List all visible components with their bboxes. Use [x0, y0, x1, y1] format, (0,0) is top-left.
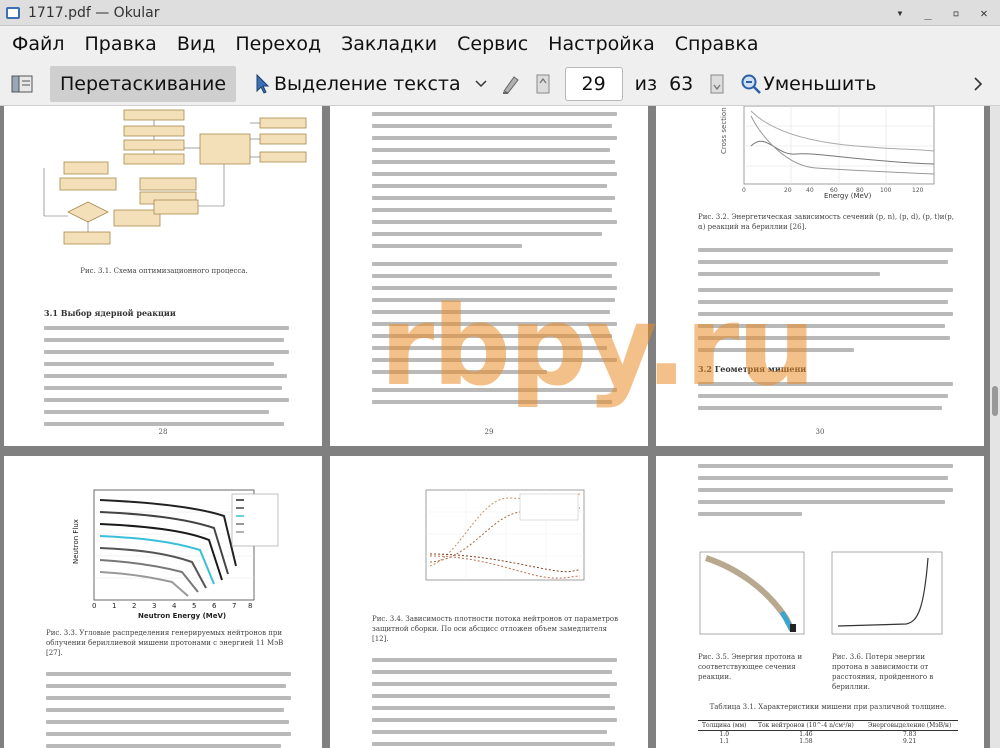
figure-caption: Рис. 3.3. Угловые распределения генериру… [46, 629, 284, 657]
neutron-flux-plot: Neutron Flux 0 1 2 3 4 5 6 7 8 [72, 489, 279, 610]
svg-text:Neutron Flux: Neutron Flux [72, 519, 80, 564]
table-header: Ток нейтронов (10^-4 n/см²/н) [757, 722, 854, 729]
minimize-button[interactable]: _ [918, 4, 938, 22]
svg-text:Cross section: Cross section [720, 107, 728, 154]
figure-caption: Рис. 3.2. Энергетическая зависимость сеч… [698, 213, 954, 231]
table-cell: 1.46 [799, 731, 813, 738]
page-number-input[interactable]: 29 [564, 66, 623, 101]
table-header: Толщина (мм) [702, 722, 747, 729]
previous-page-button[interactable] [527, 66, 559, 102]
vertical-scrollbar[interactable] [990, 106, 1000, 748]
menu-bookmarks[interactable]: Закладки [335, 29, 443, 59]
page-33[interactable]: Рис. 3.5. Энергия протона и соответствую… [656, 456, 984, 748]
flowchart-diagram [43, 109, 307, 245]
sidebar-toggle-button[interactable] [4, 66, 40, 102]
svg-text:0: 0 [742, 187, 746, 194]
section-heading: 3.1 Выбор ядерной реакции [44, 308, 176, 318]
svg-text:120: 120 [912, 187, 924, 194]
menu-settings[interactable]: Настройка [542, 29, 661, 59]
page-number: 29 [484, 428, 494, 436]
chevron-right-icon [966, 72, 990, 96]
svg-text:0: 0 [92, 602, 96, 610]
zoom-out-icon [739, 72, 763, 96]
x-axis-label: Energy (MeV) [824, 192, 872, 200]
page-up-icon [531, 72, 555, 96]
menu-edit[interactable]: Правка [79, 29, 163, 59]
svg-text:7: 7 [232, 602, 236, 610]
window-title: 1717.pdf — Okular [28, 4, 160, 21]
table-cell: 1.1 [719, 738, 730, 745]
menu-tools[interactable]: Сервис [451, 29, 534, 59]
toolbar-overflow-button[interactable] [960, 66, 996, 102]
cursor-arrow-icon [250, 72, 274, 96]
main-toolbar: Перетаскивание Выделение текста 29 из 63… [0, 62, 1000, 106]
svg-text:5: 5 [192, 602, 196, 610]
text-select-label: Выделение текста [274, 72, 461, 95]
proton-energy-plots [699, 551, 943, 635]
menu-bar: Файл Правка Вид Переход Закладки Сервис … [0, 26, 1000, 62]
close-button[interactable]: ✕ [974, 4, 994, 22]
table-cell: 1.58 [799, 738, 813, 745]
page-number: 30 [815, 428, 825, 436]
figure-caption-a: Рис. 3.5. Энергия протона и соответствую… [698, 653, 803, 681]
chevron-down-icon [469, 72, 493, 96]
flux-density-plot [425, 489, 585, 581]
svg-text:3: 3 [152, 602, 156, 610]
characteristics-table: Толщина (мм) Ток нейтронов (10^-4 n/см²/… [698, 720, 958, 745]
select-dropdown-button[interactable] [467, 66, 495, 102]
menu-file[interactable]: Файл [6, 29, 71, 59]
svg-text:40: 40 [806, 187, 814, 194]
highlighter-icon [499, 72, 523, 96]
figure-caption: Рис. 3.4. Зависимость плотности потока н… [372, 615, 619, 643]
zoom-out-label: Уменьшить [763, 72, 877, 95]
table-title: Таблица 3.1. Характеристики мишени при р… [709, 703, 947, 711]
menu-go[interactable]: Переход [229, 29, 327, 59]
page-32[interactable]: Рис. 3.4. Зависимость плотности потока н… [330, 456, 648, 748]
cross-section-plot: Cross section 0 20 40 60 80 100 120 [720, 106, 935, 194]
page-number: 28 [158, 428, 168, 436]
figure-caption: Рис. 3.1. Схема оптимизационного процесс… [80, 267, 248, 275]
svg-text:8: 8 [248, 602, 252, 610]
sidebar-icon [10, 72, 34, 96]
table-cell: 9.21 [902, 738, 917, 745]
table-header: Энерговыделение (МэВ/н) [867, 722, 952, 729]
next-page-button[interactable] [699, 66, 735, 102]
text-select-tool-button[interactable]: Выделение текста [244, 66, 467, 102]
page-of-label: из [634, 72, 658, 95]
annotate-button[interactable] [495, 66, 527, 102]
figure-caption-b: Рис. 3.6. Потеря энергии протона в завис… [832, 653, 934, 691]
page-down-icon [705, 72, 729, 96]
svg-text:1: 1 [112, 602, 116, 610]
browse-tool-button[interactable]: Перетаскивание [50, 65, 237, 102]
table-row: 1.0 1.46 7.83 [698, 731, 958, 738]
document-view[interactable]: Рис. 3.1. Схема оптимизационного процесс… [0, 106, 990, 748]
svg-text:2: 2 [132, 602, 136, 610]
x-axis-label: Neutron Energy (MeV) [138, 612, 227, 620]
okular-app-icon [4, 4, 22, 22]
svg-text:4: 4 [172, 602, 177, 610]
menu-view[interactable]: Вид [171, 29, 222, 59]
watermark-logo: rbpy.ru [380, 282, 816, 410]
maximize-button[interactable]: ▫ [946, 4, 966, 22]
minimize-icon[interactable]: ▾ [890, 4, 910, 22]
svg-text:100: 100 [880, 187, 892, 194]
page-total-label: 63 [669, 72, 694, 95]
table-row: 1.1 1.58 9.21 [698, 738, 958, 745]
zoom-out-button[interactable]: Уменьшить [735, 66, 880, 102]
page-31[interactable]: Neutron Flux 0 1 2 3 4 5 6 7 8 Neutron Energy (… [4, 456, 322, 748]
svg-text:6: 6 [212, 602, 217, 610]
menu-help[interactable]: Справка [669, 29, 765, 59]
svg-text:20: 20 [784, 187, 792, 194]
scrollbar-thumb[interactable] [992, 386, 998, 416]
title-bar: 1717.pdf — Okular ▾ _ ▫ ✕ [0, 0, 1000, 26]
table-cell: 7.83 [902, 731, 917, 738]
table-cell: 1.0 [719, 731, 730, 738]
page-28[interactable]: Рис. 3.1. Схема оптимизационного процесс… [4, 106, 322, 446]
